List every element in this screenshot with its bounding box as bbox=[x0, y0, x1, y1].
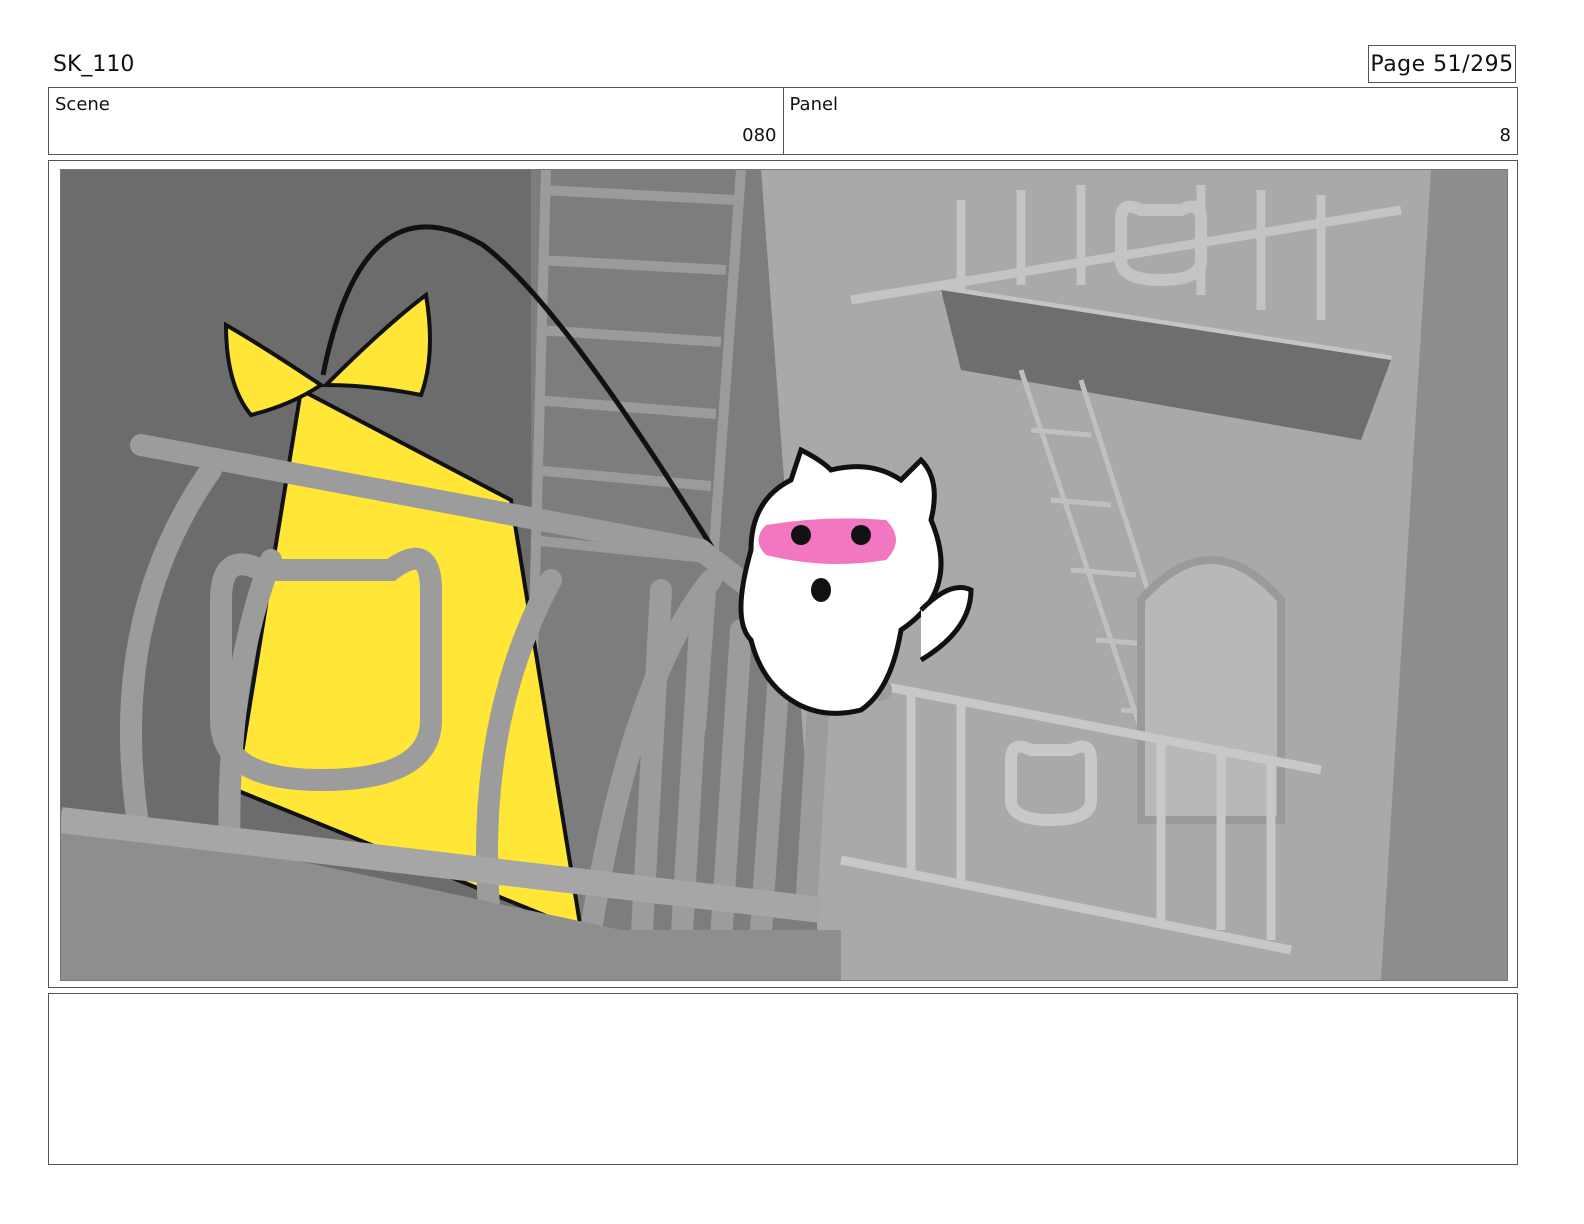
storyboard-image bbox=[60, 169, 1508, 981]
sheet-id: SK_110 bbox=[53, 52, 135, 77]
scene-label: Scene bbox=[55, 94, 110, 115]
panel-cell: Panel 8 bbox=[782, 88, 1518, 154]
storyboard-frame bbox=[48, 160, 1518, 988]
scene-number: 080 bbox=[742, 125, 777, 146]
scene-cell: Scene 080 bbox=[49, 88, 783, 154]
panel-label: Panel bbox=[789, 94, 839, 115]
panel-notes bbox=[48, 993, 1518, 1165]
page-counter: Page 51/295 bbox=[1368, 45, 1516, 83]
panel-number: 8 bbox=[1499, 125, 1511, 146]
scene-panel-info: Scene 080 Panel 8 bbox=[48, 87, 1518, 155]
